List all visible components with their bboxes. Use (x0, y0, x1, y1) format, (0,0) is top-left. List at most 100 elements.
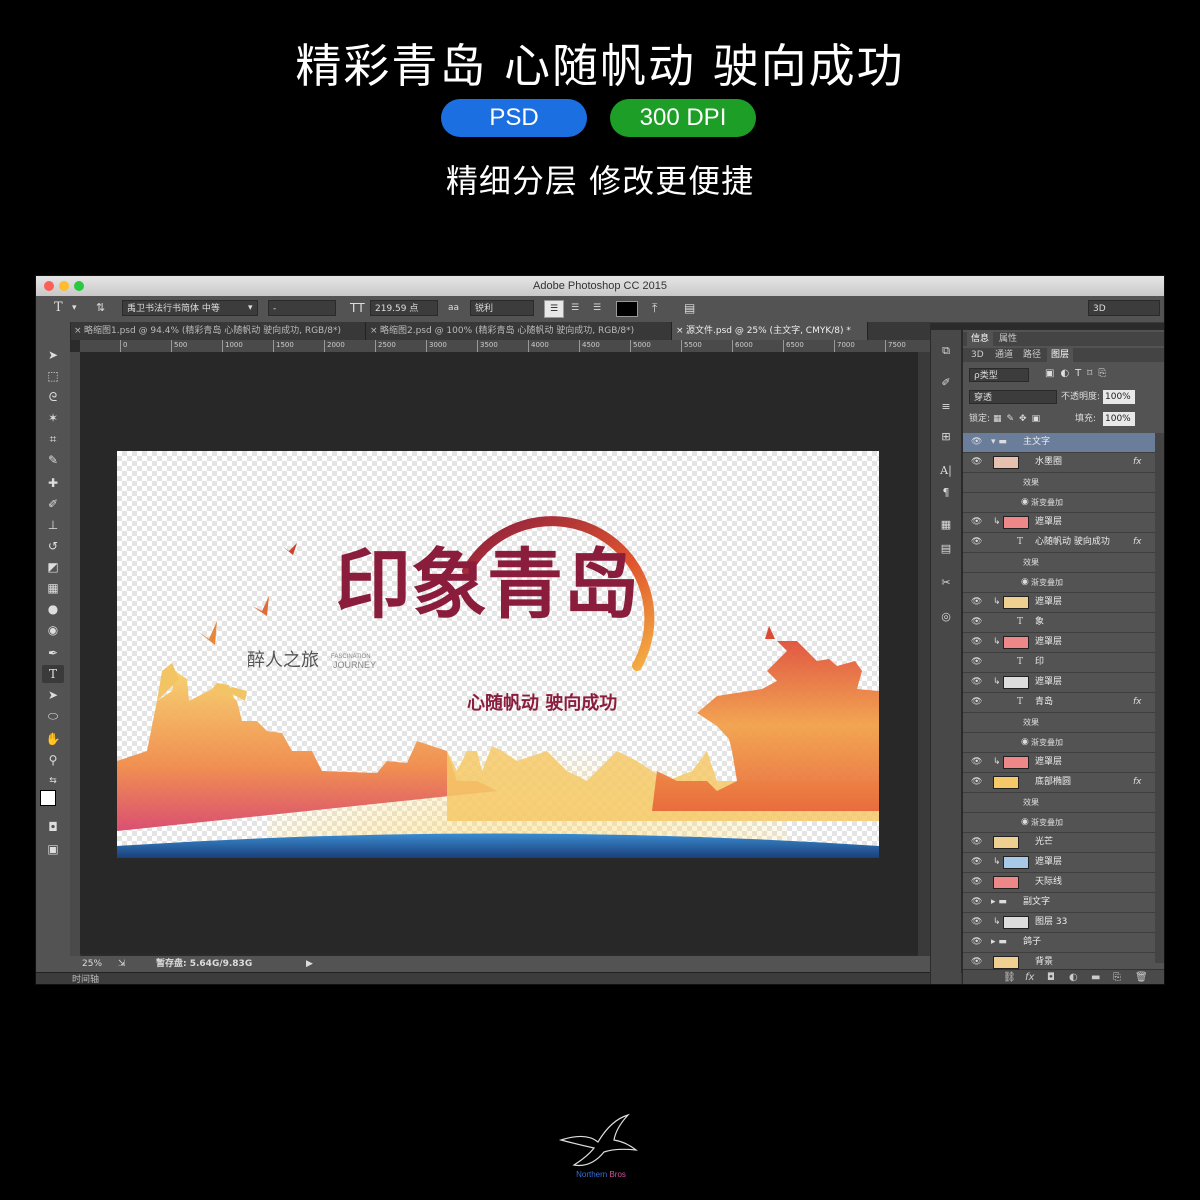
layer-effects-icon[interactable]: fx (1133, 773, 1142, 792)
adjust-panel-icon[interactable]: ≡ (937, 400, 955, 416)
antialias-select[interactable]: 锐利 (470, 300, 534, 316)
warp-text-icon[interactable]: ⤒ (652, 300, 657, 316)
tab-info[interactable]: 信息 (967, 332, 994, 346)
layer-row[interactable]: 👁 ↳ 图层 33 (963, 913, 1155, 933)
add-mask-icon[interactable]: ◘ (1047, 972, 1055, 983)
effect-visibility-icon[interactable]: ◉ (1021, 493, 1029, 512)
effect-visibility-icon[interactable]: ◉ (1021, 733, 1029, 752)
align-center-button[interactable]: ☰ (566, 300, 584, 316)
layer-row[interactable]: 👁 T 象 (963, 613, 1155, 633)
healing-brush-tool-icon[interactable]: ✚ (42, 474, 64, 492)
shape-tool-icon[interactable]: ⬭ (42, 707, 64, 725)
tools-preset-icon[interactable]: ✂ (937, 576, 955, 592)
gradient-tool-icon[interactable]: ▦ (42, 579, 64, 597)
tab-properties[interactable]: 属性 (995, 332, 1021, 346)
layer-row[interactable]: 👁 T 青岛 fx (963, 693, 1155, 713)
layer-row[interactable]: ◉ 渐变叠加 (963, 573, 1155, 593)
magic-wand-tool-icon[interactable]: ✶ (42, 409, 64, 427)
visibility-eye-icon[interactable]: 👁 (971, 873, 982, 892)
foreground-color-swatch[interactable] (40, 790, 56, 806)
layer-filter-select[interactable]: ρ类型 (969, 368, 1029, 382)
align-right-button[interactable]: ☰ (588, 300, 606, 316)
creative-cloud-icon[interactable]: ◎ (937, 610, 955, 626)
new-layer-icon[interactable]: ⎘ (1113, 972, 1121, 983)
layer-row[interactable]: ◉ 渐变叠加 (963, 493, 1155, 513)
canvas-vertical-scrollbar[interactable] (918, 352, 930, 956)
paragraph-panel-icon[interactable]: ¶ (937, 486, 955, 502)
add-style-icon[interactable]: fx (1025, 972, 1034, 983)
group-collapsed-icon[interactable]: ▸ ▬ (991, 893, 1007, 912)
layer-row[interactable]: 效果 (963, 553, 1155, 573)
opacity-field[interactable]: 100% (1103, 390, 1135, 404)
zoom-window-button[interactable] (74, 281, 84, 291)
effect-visibility-icon[interactable]: ◉ (1021, 573, 1029, 592)
document-canvas[interactable]: 印象青岛 醉人之旅 FASCINATION JOURNEY 心随帆动 驶向成功 (117, 451, 879, 858)
layer-row[interactable]: 👁 ↳ 遮罩层 (963, 853, 1155, 873)
preset-dropdown-arrow-icon[interactable]: ▾ (72, 300, 77, 316)
layer-row[interactable]: ◉ 渐变叠加 (963, 733, 1155, 753)
swatches-panel-icon[interactable]: ▦ (937, 518, 955, 534)
layer-row[interactable]: 👁 T 印 (963, 653, 1155, 673)
blur-tool-icon[interactable]: ● (42, 600, 64, 618)
layer-row[interactable]: 👁 ↳ 遮罩层 (963, 593, 1155, 613)
layer-row[interactable]: 👁 ↳ 遮罩层 (963, 673, 1155, 693)
hand-tool-icon[interactable]: ✋ (42, 730, 64, 748)
timeline-panel-bar[interactable]: 时间轴 (36, 972, 964, 984)
adjustment-layer-icon[interactable]: ◐ (1069, 972, 1078, 983)
visibility-eye-icon[interactable]: 👁 (971, 693, 982, 712)
tab-thumbnail-1[interactable]: × 略缩图1.psd @ 94.4% (精彩青岛 心随帆动 驶向成功, RGB/8… (70, 322, 366, 340)
visibility-eye-icon[interactable]: 👁 (971, 593, 982, 612)
visibility-eye-icon[interactable]: 👁 (971, 533, 982, 552)
visibility-eye-icon[interactable]: 👁 (971, 933, 982, 952)
layer-row[interactable]: 👁 底部椭圆 fx (963, 773, 1155, 793)
layer-row[interactable]: 👁 ▸ ▬ 副文字 (963, 893, 1155, 913)
minimize-window-button[interactable] (59, 281, 69, 291)
layer-filter-icons[interactable]: ▣◐T⌑⎘ (1045, 368, 1112, 379)
brush-panel-icon[interactable]: ✐ (937, 376, 955, 392)
history-brush-tool-icon[interactable]: ↺ (42, 537, 64, 555)
layer-row[interactable]: 👁 ▾ ▬ 主文字 (963, 433, 1155, 453)
notes-panel-icon[interactable]: ▤ (937, 542, 955, 558)
visibility-eye-icon[interactable]: 👁 (971, 453, 982, 472)
layer-row[interactable]: ◉ 渐变叠加 (963, 813, 1155, 833)
layer-effects-icon[interactable]: fx (1133, 453, 1142, 472)
layer-row[interactable]: 效果 (963, 793, 1155, 813)
type-tool-icon[interactable]: T (42, 665, 64, 683)
blend-mode-select[interactable]: 穿透 (969, 390, 1057, 404)
tab-thumbnail-2[interactable]: × 略缩图2.psd @ 100% (精彩青岛 心随帆动 驶向成功, RGB/8*… (366, 322, 672, 340)
visibility-eye-icon[interactable]: 👁 (971, 893, 982, 912)
move-tool-icon[interactable]: ➤ (42, 346, 64, 364)
delete-layer-icon[interactable]: 🗑 (1135, 972, 1148, 983)
align-left-button[interactable]: ☰ (544, 300, 564, 318)
visibility-eye-icon[interactable]: 👁 (971, 833, 982, 852)
history-panel-icon[interactable]: ⧉ (937, 344, 955, 360)
layer-row[interactable]: 👁 天际线 (963, 873, 1155, 893)
fill-field[interactable]: 100% (1103, 412, 1135, 426)
tab-channels[interactable]: 通道 (991, 348, 1017, 362)
text-tool-preset-icon[interactable]: T (54, 300, 63, 316)
zoom-tool-icon[interactable]: ⚲ (42, 751, 64, 769)
clone-source-icon[interactable]: ⊞ (937, 430, 955, 446)
character-panel-toggle-icon[interactable]: ▤ (684, 300, 695, 316)
screen-mode-icon[interactable]: ▣ (42, 840, 64, 858)
layer-row[interactable]: 效果 (963, 473, 1155, 493)
orientation-toggle-icon[interactable]: ⇅ (96, 300, 105, 316)
workspace-select[interactable]: 3D (1088, 300, 1160, 316)
visibility-eye-icon[interactable]: 👁 (971, 653, 982, 672)
layer-row[interactable]: 👁 光芒 (963, 833, 1155, 853)
quick-mask-icon[interactable]: ◘ (42, 818, 64, 836)
font-family-select[interactable]: 禹卫书法行书简体 中等 (122, 300, 258, 316)
marquee-tool-icon[interactable]: ⬚ (42, 367, 64, 385)
zoom-level[interactable]: 25% (82, 956, 102, 972)
visibility-eye-icon[interactable]: 👁 (971, 673, 982, 692)
character-panel-icon[interactable]: A| (937, 464, 955, 480)
visibility-eye-icon[interactable]: 👁 (971, 433, 982, 452)
text-color-swatch[interactable] (616, 301, 638, 317)
visibility-eye-icon[interactable]: 👁 (971, 513, 982, 532)
close-tab-icon[interactable]: × (370, 322, 378, 340)
layer-row[interactable]: 👁 水墨圈 fx (963, 453, 1155, 473)
layer-row[interactable]: 👁 ▸ ▬ 鸽子 (963, 933, 1155, 953)
crop-tool-icon[interactable]: ⌗ (42, 430, 64, 448)
lock-icons[interactable]: ▦✎✥▣ (993, 412, 1045, 426)
eraser-tool-icon[interactable]: ◩ (42, 558, 64, 576)
